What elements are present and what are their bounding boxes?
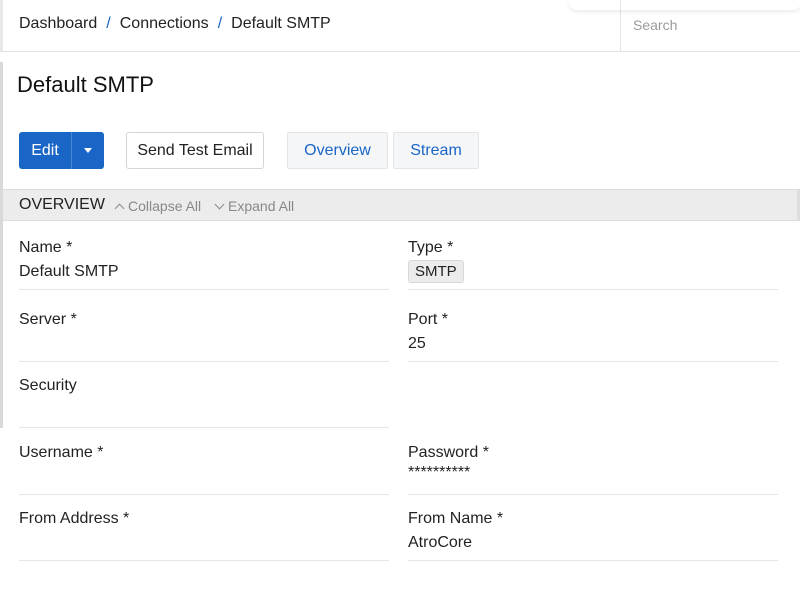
chevron-down-icon bbox=[214, 199, 225, 210]
field-name[interactable]: Name * Default SMTP bbox=[19, 239, 389, 290]
field-server[interactable]: Server * bbox=[19, 311, 389, 362]
field-value: AtroCore bbox=[408, 534, 473, 551]
collapse-all-link[interactable]: Collapse All bbox=[114, 198, 202, 214]
tab-overview[interactable]: Overview bbox=[287, 132, 388, 169]
search-shadow bbox=[569, 0, 800, 10]
field-label: Port * bbox=[408, 311, 449, 328]
field-value: 25 bbox=[408, 335, 426, 352]
breadcrumb-current: Default SMTP bbox=[231, 15, 331, 32]
type-badge: SMTP bbox=[408, 260, 464, 283]
search-container bbox=[620, 0, 800, 52]
tab-stream[interactable]: Stream bbox=[393, 132, 479, 169]
breadcrumb: Dashboard / Connections / Default SMTP bbox=[19, 15, 331, 33]
field-label: From Name * bbox=[408, 510, 504, 527]
edit-button[interactable]: Edit bbox=[19, 132, 71, 169]
field-from-address[interactable]: From Address * bbox=[19, 510, 389, 561]
field-label: From Address * bbox=[19, 510, 130, 527]
overview-panel-header: OVERVIEW Collapse All Expand All bbox=[3, 189, 800, 221]
field-from-name[interactable]: From Name * AtroCore bbox=[408, 510, 778, 561]
caret-down-icon bbox=[84, 148, 92, 153]
edit-dropdown-button[interactable] bbox=[71, 132, 104, 169]
breadcrumb-connections[interactable]: Connections bbox=[120, 15, 209, 32]
breadcrumb-dashboard[interactable]: Dashboard bbox=[19, 15, 97, 32]
field-label: Type * bbox=[408, 239, 454, 256]
send-test-email-button[interactable]: Send Test Email bbox=[126, 132, 264, 169]
field-password[interactable]: Password * ********** bbox=[408, 444, 778, 495]
field-label: Server * bbox=[19, 311, 77, 328]
expand-all-label: Expand All bbox=[228, 198, 295, 214]
field-label: Security bbox=[19, 377, 77, 394]
field-type[interactable]: Type * SMTP bbox=[408, 239, 778, 290]
top-bar: Dashboard / Connections / Default SMTP bbox=[0, 0, 800, 52]
field-username[interactable]: Username * bbox=[19, 444, 389, 495]
page-title: Default SMTP bbox=[17, 72, 154, 97]
field-value: Default SMTP bbox=[19, 263, 119, 280]
search-input[interactable] bbox=[633, 14, 793, 36]
panel-title: OVERVIEW bbox=[19, 196, 105, 213]
field-value: ********** bbox=[408, 464, 471, 481]
collapse-all-label: Collapse All bbox=[128, 198, 202, 214]
field-security[interactable]: Security bbox=[19, 377, 389, 428]
left-edge-strip bbox=[0, 0, 3, 52]
chevron-up-icon bbox=[114, 203, 125, 213]
field-label: Password * bbox=[408, 444, 489, 461]
side-strip bbox=[0, 62, 3, 428]
breadcrumb-separator: / bbox=[106, 15, 111, 32]
field-label: Username * bbox=[19, 444, 104, 461]
expand-all-link[interactable]: Expand All bbox=[214, 198, 295, 214]
field-label: Name * bbox=[19, 239, 73, 256]
breadcrumb-separator: / bbox=[217, 15, 223, 32]
field-port[interactable]: Port * 25 bbox=[408, 311, 778, 362]
